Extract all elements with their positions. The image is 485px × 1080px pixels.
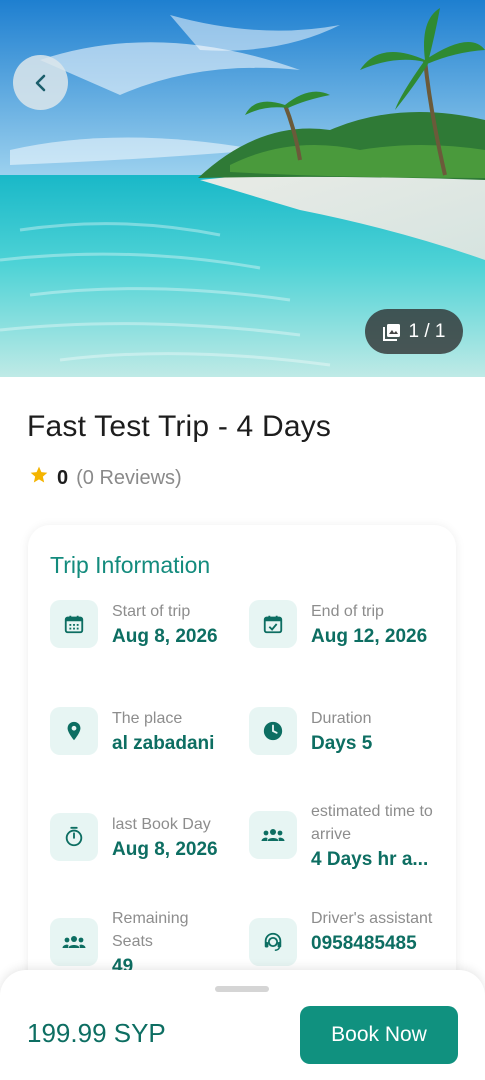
group-icon: [249, 811, 297, 859]
location-pin-icon: [50, 707, 98, 755]
info-last-book-day: last Book Day Aug 8, 2026: [50, 813, 218, 863]
group-icon: [50, 918, 98, 966]
star-icon: [29, 465, 49, 491]
info-value: 4 Days hr a...: [311, 849, 429, 870]
info-label: End of trip: [311, 603, 384, 620]
info-the-place: The place al zabadani: [50, 707, 214, 757]
info-value: 0958485485: [311, 933, 417, 954]
info-label: Remaining Seats: [112, 910, 189, 950]
trip-price: 199.99 SYP: [27, 1018, 166, 1048]
info-label: Duration: [311, 710, 372, 727]
trip-title: Fast Test Trip - 4 Days: [27, 410, 332, 443]
booking-bar: 199.99 SYP Book Now: [0, 970, 485, 1080]
info-drivers-assistant: Driver's assistant 0958485485: [249, 907, 451, 966]
rating-value: 0: [57, 466, 69, 489]
info-label: last Book Day: [112, 816, 211, 833]
trip-photo[interactable]: 1 / 1: [0, 0, 485, 377]
info-estimated-arrival: estimated time to arrive 4 Days hr a...: [249, 800, 441, 873]
back-button[interactable]: [13, 55, 68, 110]
info-value: Aug 8, 2026: [112, 626, 218, 647]
drag-handle[interactable]: [215, 986, 269, 992]
info-label: Start of trip: [112, 603, 191, 620]
info-end-of-trip: End of trip Aug 12, 2026: [249, 600, 427, 650]
stopwatch-icon: [50, 813, 98, 861]
section-title: Trip Information: [50, 552, 211, 578]
calendar-check-icon: [249, 600, 297, 648]
info-value: Aug 12, 2026: [311, 626, 428, 647]
info-value: Aug 8, 2026: [112, 839, 218, 860]
review-count: (0 Reviews): [76, 466, 182, 489]
info-value: Days 5: [311, 733, 373, 754]
image-stack-icon: [382, 323, 401, 341]
image-counter-text: 1 / 1: [408, 320, 446, 342]
info-start-of-trip: Start of trip Aug 8, 2026: [50, 600, 218, 650]
clock-icon: [249, 707, 297, 755]
support-agent-icon: [249, 918, 297, 966]
book-now-button[interactable]: Book Now: [300, 1006, 458, 1064]
calendar-icon: [50, 600, 98, 648]
info-label: The place: [112, 710, 183, 727]
info-duration: Duration Days 5: [249, 707, 372, 757]
info-label: estimated time to arrive: [311, 803, 433, 843]
info-value: al zabadani: [112, 733, 215, 754]
rating: 0 (0 Reviews): [29, 465, 182, 491]
image-counter[interactable]: 1 / 1: [365, 309, 463, 354]
chevron-left-icon: [32, 73, 50, 93]
info-label: Driver's assistant: [311, 910, 433, 927]
trip-information-card: Trip Information Start of trip Aug 8, 20…: [28, 525, 456, 995]
